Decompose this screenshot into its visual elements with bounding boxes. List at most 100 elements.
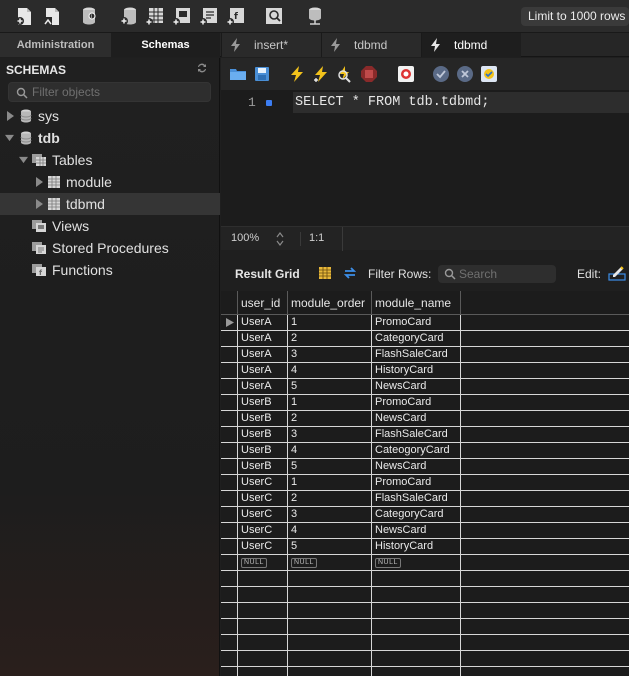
table-cell[interactable]: UserA [237, 331, 287, 346]
expand-arrow-icon[interactable] [35, 177, 44, 187]
table-cell[interactable]: 1 [287, 315, 371, 330]
empty-row[interactable] [221, 603, 629, 619]
table-cell[interactable]: UserB [237, 395, 287, 410]
table-cell[interactable]: PromoCard [371, 395, 460, 410]
table-cell[interactable]: 3 [287, 347, 371, 362]
table-cell[interactable]: UserB [237, 459, 287, 474]
table-row[interactable]: UserB 3 FlashSaleCard [221, 427, 629, 443]
table-cell[interactable]: NewsCard [371, 379, 460, 394]
table-cell[interactable]: CategoryCard [371, 507, 460, 522]
table-row[interactable]: UserB 1 PromoCard [221, 395, 629, 411]
tree-item-tdb[interactable]: tdb [0, 127, 220, 149]
table-cell[interactable]: 5 [287, 539, 371, 554]
filter-objects-input[interactable] [32, 84, 207, 100]
create-procedure-icon[interactable] [197, 4, 221, 28]
table-row[interactable]: UserA 2 CategoryCard [221, 331, 629, 347]
table-row[interactable]: UserB 5 NewsCard [221, 459, 629, 475]
table-cell[interactable]: UserB [237, 427, 287, 442]
create-view-icon[interactable] [170, 4, 194, 28]
table-row[interactable]: UserC 5 HistoryCard [221, 539, 629, 555]
table-cell[interactable]: CategoryCard [371, 331, 460, 346]
new-row-placeholder[interactable]: NULL NULL NULL [221, 555, 629, 571]
column-header-user-id[interactable]: user_id [237, 291, 287, 315]
table-cell[interactable]: 1 [287, 475, 371, 490]
create-function-icon[interactable]: f [224, 4, 248, 28]
table-cell[interactable]: 3 [287, 507, 371, 522]
table-cell[interactable]: UserC [237, 475, 287, 490]
tree-item-stored-procedures[interactable]: Stored Procedures [0, 237, 220, 259]
query-tab-tdbmd-active[interactable]: tdbmd [421, 33, 521, 57]
grid-view-icon[interactable] [318, 266, 332, 280]
limit-rows-select[interactable]: Limit to 1000 rows [521, 7, 629, 26]
inspector-icon[interactable]: i [77, 4, 101, 28]
null-cell[interactable]: NULL [237, 555, 287, 570]
table-cell[interactable]: 4 [287, 443, 371, 458]
rollback-icon[interactable] [456, 65, 474, 83]
empty-row[interactable] [221, 667, 629, 676]
query-tab-tdbmd[interactable]: tdbmd [321, 33, 421, 57]
table-cell[interactable]: FlashSaleCard [371, 491, 460, 506]
table-row[interactable]: UserB 2 NewsCard [221, 411, 629, 427]
table-cell[interactable]: 2 [287, 411, 371, 426]
column-header-module-name[interactable]: module_name [371, 291, 460, 315]
table-cell[interactable]: 5 [287, 379, 371, 394]
zoom-stepper-icon[interactable] [275, 231, 285, 247]
column-header-module-order[interactable]: module_order [287, 291, 371, 315]
table-cell[interactable]: 2 [287, 491, 371, 506]
table-cell[interactable]: UserC [237, 523, 287, 538]
execute-all-icon[interactable] [288, 65, 306, 83]
table-row[interactable]: UserC 4 NewsCard [221, 523, 629, 539]
toggle-continue-on-error-icon[interactable] [397, 65, 415, 83]
query-tab-insert[interactable]: insert* [221, 33, 321, 57]
tree-item-functions[interactable]: f Functions [0, 259, 220, 281]
tab-schemas[interactable]: Schemas [111, 33, 220, 57]
table-cell[interactable]: UserC [237, 539, 287, 554]
result-grid[interactable]: user_id module_order module_name UserA 1 P… [221, 291, 629, 676]
table-cell[interactable]: HistoryCard [371, 539, 460, 554]
table-cell[interactable]: UserA [237, 363, 287, 378]
search-table-data-icon[interactable] [262, 4, 286, 28]
table-cell[interactable]: PromoCard [371, 315, 460, 330]
empty-row[interactable] [221, 635, 629, 651]
open-file-icon[interactable] [229, 65, 247, 83]
table-cell[interactable]: FlashSaleCard [371, 427, 460, 442]
refresh-result-icon[interactable] [343, 266, 357, 280]
empty-row[interactable] [221, 619, 629, 635]
explain-icon[interactable] [336, 65, 354, 83]
tree-item-sys[interactable]: sys [0, 105, 220, 127]
table-cell[interactable]: FlashSaleCard [371, 347, 460, 362]
open-sql-file-icon[interactable] [40, 4, 64, 28]
table-row[interactable]: UserA 3 FlashSaleCard [221, 347, 629, 363]
commit-icon[interactable] [432, 65, 450, 83]
save-file-icon[interactable] [253, 65, 271, 83]
table-cell[interactable]: UserB [237, 411, 287, 426]
sql-editor[interactable]: 1 SELECT * FROM tdb.tdbmd; [221, 90, 629, 226]
table-cell[interactable]: UserA [237, 379, 287, 394]
table-cell[interactable]: 4 [287, 363, 371, 378]
filter-rows-input[interactable] [459, 266, 553, 282]
create-table-icon[interactable] [143, 4, 167, 28]
empty-row[interactable] [221, 587, 629, 603]
table-row[interactable]: UserA 5 NewsCard [221, 379, 629, 395]
table-row[interactable]: UserC 1 PromoCard [221, 475, 629, 491]
table-cell[interactable]: HistoryCard [371, 363, 460, 378]
table-cell[interactable]: UserA [237, 347, 287, 362]
refresh-icon[interactable] [196, 62, 208, 74]
empty-row[interactable] [221, 571, 629, 587]
create-schema-icon[interactable] [117, 4, 141, 28]
table-cell[interactable]: NewsCard [371, 523, 460, 538]
table-row[interactable]: UserC 2 FlashSaleCard [221, 491, 629, 507]
table-cell[interactable]: UserC [237, 491, 287, 506]
tree-item-tables[interactable]: Tables [0, 149, 220, 171]
table-cell[interactable]: NewsCard [371, 459, 460, 474]
tree-item-views[interactable]: Views [0, 215, 220, 237]
tree-item-module[interactable]: module [0, 171, 220, 193]
table-cell[interactable]: NewsCard [371, 411, 460, 426]
table-row[interactable]: UserB 4 CateogoryCard [221, 443, 629, 459]
table-row[interactable]: UserA 1 PromoCard [221, 315, 629, 331]
tab-administration[interactable]: Administration [0, 33, 111, 57]
table-cell[interactable]: 1 [287, 395, 371, 410]
edit-rows-icon[interactable] [608, 264, 626, 282]
collapse-arrow-icon[interactable] [5, 133, 14, 143]
table-cell[interactable]: CateogoryCard [371, 443, 460, 458]
